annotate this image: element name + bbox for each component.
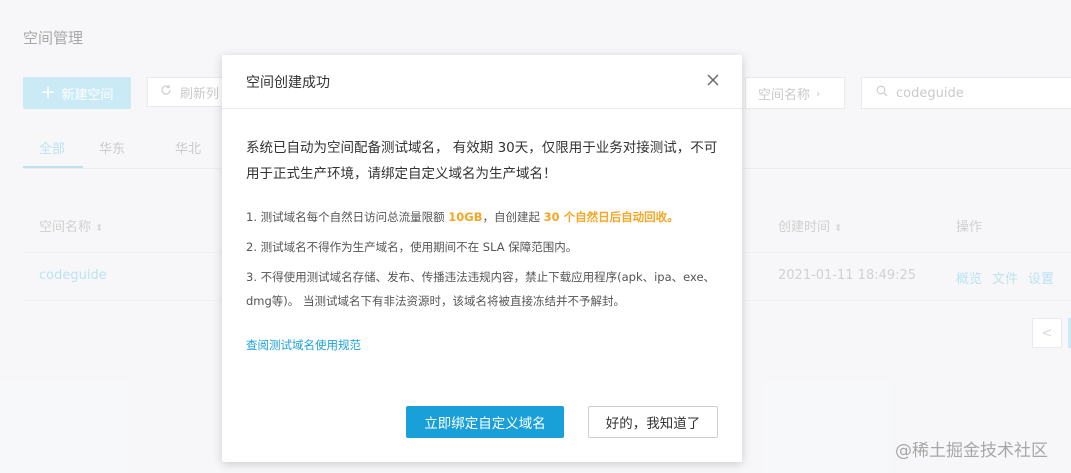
rule-1-text: 1. 测试域名每个自然日访问总流量限额 [246, 210, 449, 224]
rules-list: 1. 测试域名每个自然日访问总流量限额 10GB，自创建起 30 个自然日后自动… [246, 205, 720, 313]
dialog-lead-text: 系统已自动为空间配备测试域名， 有效期 30天，仅限用于业务对接测试，不可用于正… [246, 140, 718, 182]
rules-link[interactable]: 查阅测试域名使用规范 [246, 337, 361, 353]
watermark: @稀土掘金技术社区 [895, 441, 1048, 461]
rule-3: 3. 不得使用测试域名存储、发布、传播违法违规内容，禁止下载应用程序(apk、i… [246, 270, 716, 308]
rule-1: 1. 测试域名每个自然日访问总流量限额 10GB，自创建起 30 个自然日后自动… [246, 205, 720, 229]
rule-1-limit: 10GB [448, 210, 483, 224]
dialog-title: 空间创建成功 [246, 75, 330, 91]
bind-domain-button[interactable]: 立即绑定自定义域名 [406, 406, 564, 438]
acknowledge-button[interactable]: 好的，我知道了 [588, 406, 718, 438]
dialog-header: 空间创建成功 [222, 55, 742, 109]
space-created-dialog: 空间创建成功 系统已自动为空间配备测试域名， 有效期 30天，仅限用于业务对接测… [222, 55, 742, 462]
dialog-body: 系统已自动为空间配备测试域名， 有效期 30天，仅限用于业务对接测试，不可用于正… [246, 135, 720, 319]
rule-2: 2. 测试域名不得作为生产域名，使用期间不在 SLA 保障范围内。 [246, 240, 578, 254]
close-icon[interactable] [706, 72, 720, 86]
rule-1-mid: ，自创建起 [482, 210, 544, 224]
rule-1-expire: 30 个自然日后自动回收。 [543, 210, 679, 224]
